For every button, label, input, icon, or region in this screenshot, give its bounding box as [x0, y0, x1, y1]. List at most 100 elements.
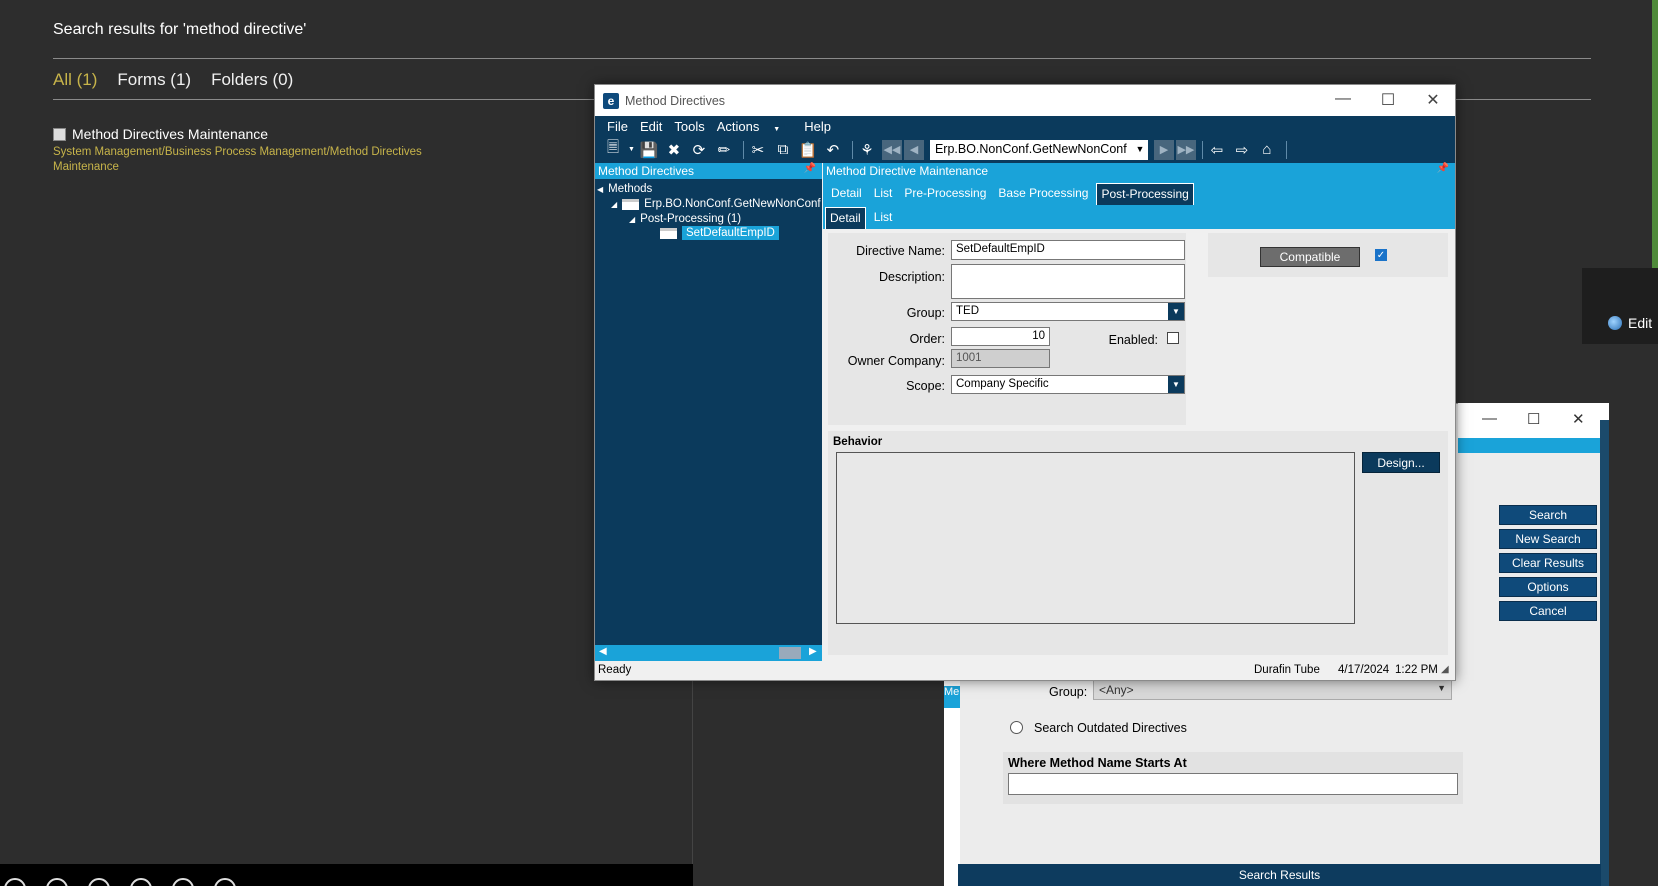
tree-node-methods[interactable]: ◀ Methods — [597, 183, 652, 195]
tab-all[interactable]: All (1) — [53, 70, 97, 90]
edit-label: Edit — [1628, 315, 1653, 331]
chevron-down-icon[interactable]: ▼ — [1168, 303, 1184, 320]
design-button[interactable]: Design... — [1362, 452, 1440, 473]
save-icon[interactable]: 💾 — [639, 140, 659, 160]
tree-panel: Method Directives 📌 ◀ Methods ◢ Erp.BO.N… — [595, 163, 822, 661]
tree-node-group[interactable]: ◢ Post-Processing (1) — [629, 213, 741, 225]
minimize-icon[interactable]: — — [1482, 410, 1497, 427]
chevron-down-icon[interactable]: ▼ — [1168, 376, 1184, 393]
menu-edit[interactable]: Edit — [640, 119, 662, 134]
scroll-left-icon[interactable]: ◀ — [599, 646, 607, 657]
tree-node-method[interactable]: ◢ Erp.BO.NonConf.GetNewNonConf — [611, 198, 821, 210]
compatible-checkbox[interactable]: ✓ — [1375, 249, 1387, 261]
sub-tabs: Detail List — [823, 205, 1455, 229]
chevron-down-icon: ▼ — [771, 125, 781, 133]
tab-pre-processing[interactable]: Pre-Processing — [900, 186, 990, 205]
divider — [692, 680, 693, 864]
pin-icon[interactable]: 📌 — [804, 163, 816, 174]
new-search-button[interactable]: New Search — [1499, 529, 1597, 549]
scope-select[interactable]: Company Specific ▼ — [951, 375, 1185, 394]
tab-list[interactable]: List — [870, 186, 897, 205]
method-name-input[interactable] — [1008, 773, 1458, 795]
directive-name-input[interactable]: SetDefaultEmpID — [951, 240, 1185, 260]
scope-label: Scope: — [906, 379, 945, 393]
tree-node-label: Post-Processing (1) — [640, 213, 742, 225]
enabled-checkbox[interactable] — [1167, 332, 1179, 344]
maximize-icon[interactable]: ☐ — [1527, 410, 1540, 428]
app-icon: e — [603, 92, 619, 109]
close-icon[interactable]: ✕ — [1418, 90, 1448, 110]
tab-post-processing[interactable]: Post-Processing — [1096, 183, 1194, 205]
copy-icon[interactable]: ⧉ — [773, 140, 793, 160]
chevron-down-icon[interactable]: ▼ — [1131, 139, 1148, 158]
status-company: Durafin Tube — [1254, 664, 1320, 676]
scroll-thumb[interactable] — [779, 647, 801, 659]
options-button[interactable]: Options — [1499, 577, 1597, 597]
search-heading: Search results for 'method directive' — [53, 21, 307, 38]
clear-icon[interactable]: ✏ — [714, 140, 734, 160]
group-label: Group: — [1049, 685, 1088, 699]
clear-results-button[interactable]: Clear Results — [1499, 553, 1597, 573]
tree-panel-header: Method Directives 📌 — [595, 163, 822, 179]
edit-link[interactable]: Edit — [1608, 315, 1652, 331]
collapse-icon[interactable]: ◀ — [597, 185, 603, 194]
record-combo[interactable]: Erp.BO.NonConf.GetNewNonConf ▼ — [929, 139, 1148, 160]
outdated-radio[interactable] — [1010, 721, 1023, 734]
tree-node-label: SetDefaultEmpID — [682, 226, 779, 240]
prev-record-icon[interactable]: ◀ — [903, 139, 924, 160]
close-icon[interactable]: ✕ — [1572, 410, 1585, 428]
tree-node-label: Methods — [608, 183, 653, 195]
binoculars-icon[interactable]: ⚘ — [857, 140, 877, 160]
resize-grip-icon[interactable]: ◢ — [1441, 664, 1449, 675]
toolbar-separator — [1201, 140, 1203, 159]
menu-help[interactable]: Help — [804, 119, 831, 134]
maintenance-panel-header: Method Directive Maintenance 📌 — [823, 163, 1455, 179]
tab-base-processing[interactable]: Base Processing — [994, 186, 1092, 205]
folder-icon — [622, 198, 640, 210]
tab-detail[interactable]: Detail — [827, 186, 866, 205]
status-date: 4/17/2024 — [1338, 664, 1390, 676]
first-record-icon[interactable]: ◀◀ — [881, 139, 902, 160]
minimize-icon[interactable]: — — [1328, 90, 1358, 108]
last-record-icon[interactable]: ▶▶ — [1175, 139, 1196, 160]
tree-node-directive[interactable]: SetDefaultEmpID — [660, 226, 779, 240]
expand-icon[interactable]: ◢ — [629, 215, 635, 224]
maximize-icon[interactable]: ☐ — [1373, 90, 1403, 110]
home-icon[interactable]: ⌂ — [1257, 140, 1277, 160]
refresh-icon[interactable]: ⟳ — [689, 140, 709, 160]
next-record-icon[interactable]: ▶ — [1153, 139, 1174, 160]
forward-icon[interactable]: ⇨ — [1232, 140, 1252, 160]
owner-company-input: 1001 — [951, 349, 1050, 368]
expand-icon[interactable]: ◢ — [611, 200, 617, 209]
delete-icon[interactable]: ✖ — [664, 140, 684, 160]
menu-tools[interactable]: Tools — [674, 119, 704, 134]
background-panel — [1582, 268, 1658, 344]
result-title[interactable]: Method Directives Maintenance — [72, 126, 268, 142]
scroll-right-icon[interactable]: ▶ — [809, 646, 817, 657]
menu-file[interactable]: File — [607, 119, 628, 134]
globe-icon — [1608, 316, 1622, 330]
tab-forms[interactable]: Forms (1) — [117, 70, 191, 90]
subtab-detail[interactable]: Detail — [825, 207, 866, 229]
search-result-item[interactable]: Method Directives Maintenance — [53, 126, 268, 142]
menu-actions[interactable]: Actions ▼ — [717, 119, 793, 134]
search-button[interactable]: Search — [1499, 505, 1597, 525]
cancel-button[interactable]: Cancel — [1499, 601, 1597, 621]
tab-folders[interactable]: Folders (0) — [211, 70, 293, 90]
group-select[interactable]: <Any> ▼ — [1093, 680, 1452, 700]
subtab-list[interactable]: List — [870, 210, 897, 229]
new-icon[interactable]: 🗏 — [603, 139, 623, 160]
group-select[interactable]: TED ▼ — [951, 302, 1185, 321]
side-tab[interactable]: Me — [944, 686, 960, 708]
result-tabs: All (1) Forms (1) Folders (0) — [53, 70, 293, 90]
horizontal-scrollbar[interactable]: ◀ ▶ — [595, 645, 822, 661]
chevron-down-icon[interactable]: ▼ — [628, 146, 635, 153]
paste-icon[interactable]: 📋 — [798, 140, 818, 160]
pin-icon[interactable]: 📌 — [1437, 163, 1449, 174]
behavior-canvas[interactable] — [836, 452, 1355, 624]
description-input[interactable] — [951, 264, 1185, 299]
order-input[interactable]: 10 — [951, 327, 1050, 346]
back-icon[interactable]: ⇦ — [1207, 140, 1227, 160]
undo-icon[interactable]: ↶ — [823, 140, 843, 160]
cut-icon[interactable]: ✂ — [748, 140, 768, 160]
